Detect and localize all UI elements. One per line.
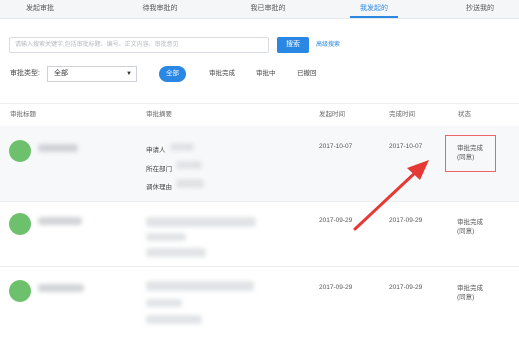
annotation-arrow-icon: [353, 160, 429, 231]
